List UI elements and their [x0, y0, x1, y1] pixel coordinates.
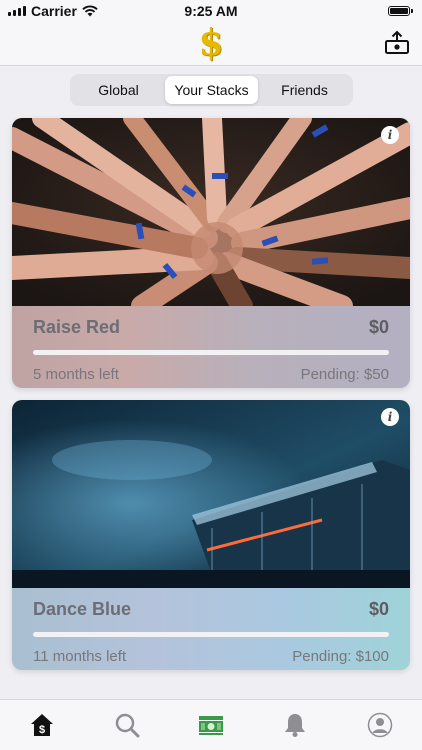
hands-together-photo [12, 118, 410, 306]
share-money-button[interactable] [384, 30, 410, 56]
tab-bar: $ [0, 699, 422, 750]
info-icon[interactable]: i [381, 126, 399, 144]
search-icon [115, 713, 140, 738]
status-time: 9:25 AM [184, 3, 238, 19]
dollar-logo: $ [198, 22, 224, 64]
battery-icon [388, 6, 413, 16]
stack-progress-bar [33, 350, 389, 355]
tab-home[interactable]: $ [29, 712, 55, 738]
stack-card-footer: Dance Blue $0 11 months left Pending: $1… [12, 588, 410, 670]
navigation-bar: $ [0, 22, 422, 66]
info-icon[interactable]: i [381, 408, 399, 426]
svg-text:$: $ [39, 724, 45, 736]
profile-icon [367, 712, 392, 738]
stack-card-raise-red[interactable]: i Raise Red $0 5 months left Pending: $5… [12, 118, 410, 388]
home-dollar-icon: $ [31, 714, 54, 736]
segment-your-stacks[interactable]: Your Stacks [165, 76, 258, 104]
stack-amount: $0 [368, 598, 389, 619]
status-bar: Carrier 9:25 AM [0, 0, 422, 22]
bell-icon [285, 714, 306, 737]
stack-time-left: 11 months left [33, 648, 127, 665]
tab-profile[interactable] [367, 712, 393, 738]
stack-pending: Pending: $50 [300, 366, 389, 383]
segment-global[interactable]: Global [72, 76, 165, 104]
tab-search[interactable] [114, 712, 140, 738]
stack-time-left: 5 months left [33, 366, 119, 383]
stack-card-dance-blue[interactable]: i Dance Blue $0 11 months left Pending: … [12, 400, 410, 670]
stacks-segmented-control: Global Your Stacks Friends [70, 74, 353, 106]
concert-stage-photo [12, 400, 410, 588]
cash-icon [198, 716, 223, 735]
stack-progress-bar [33, 632, 389, 637]
segment-friends[interactable]: Friends [258, 76, 351, 104]
stack-pending: Pending: $100 [292, 648, 389, 665]
stack-name: Dance Blue [33, 598, 132, 619]
stack-card-footer: Raise Red $0 5 months left Pending: $50 [12, 306, 410, 388]
share-money-icon [385, 30, 409, 54]
stack-amount: $0 [368, 316, 389, 337]
tab-notifications[interactable] [282, 712, 308, 738]
tab-cash[interactable] [198, 712, 224, 738]
stack-name: Raise Red [33, 316, 121, 337]
